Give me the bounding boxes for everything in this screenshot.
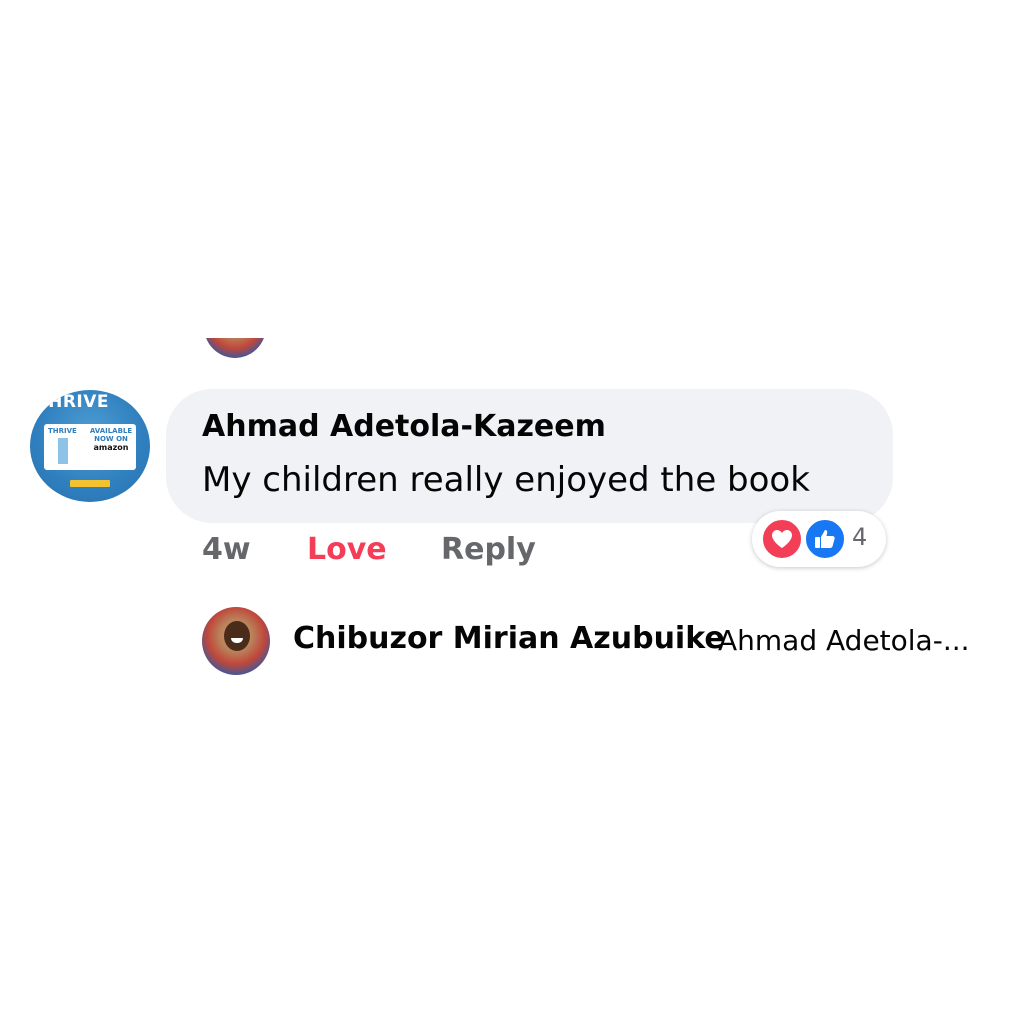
- reaction-count: 4: [852, 523, 868, 551]
- availability-line-1: AVAILABLE: [89, 427, 133, 435]
- comment-timestamp[interactable]: 4w: [202, 532, 251, 567]
- commenter-avatar[interactable]: THRIVE THRIVE AVAILABLE NOW ON amazon: [30, 390, 150, 502]
- reply-author-avatar[interactable]: [202, 607, 270, 675]
- avatar-ad-card: THRIVE AVAILABLE NOW ON amazon: [44, 424, 136, 470]
- love-reaction-button[interactable]: Love: [307, 532, 387, 567]
- comment-text: My children really enjoyed the book: [202, 460, 810, 500]
- reaction-summary[interactable]: 4: [752, 511, 886, 567]
- avatar-image: [204, 338, 266, 358]
- book-image: [58, 438, 68, 464]
- comment-author-name[interactable]: Ahmad Adetola-Kazeem: [202, 409, 606, 444]
- avatar-face: [224, 621, 250, 651]
- avatar-enquiry-bar: [70, 480, 110, 487]
- reply-snippet[interactable]: Ahmad Adetola-...: [718, 624, 970, 657]
- previous-commenter-avatar[interactable]: [204, 338, 266, 358]
- heart-icon: [761, 518, 803, 560]
- reply-button[interactable]: Reply: [441, 532, 536, 567]
- avatar-brand-text: THRIVE: [36, 392, 110, 412]
- avatar-store-name: amazon: [93, 443, 129, 452]
- reply-author-name[interactable]: Chibuzor Mirian Azubuike: [293, 621, 725, 656]
- thumbs-up-icon: [804, 518, 846, 560]
- avatar-availability: AVAILABLE NOW ON: [88, 427, 134, 443]
- comment-thread: THRIVE THRIVE AVAILABLE NOW ON amazon Ah…: [0, 0, 1024, 1024]
- availability-line-2: NOW ON: [94, 435, 128, 443]
- avatar-brand-small: THRIVE: [48, 427, 77, 435]
